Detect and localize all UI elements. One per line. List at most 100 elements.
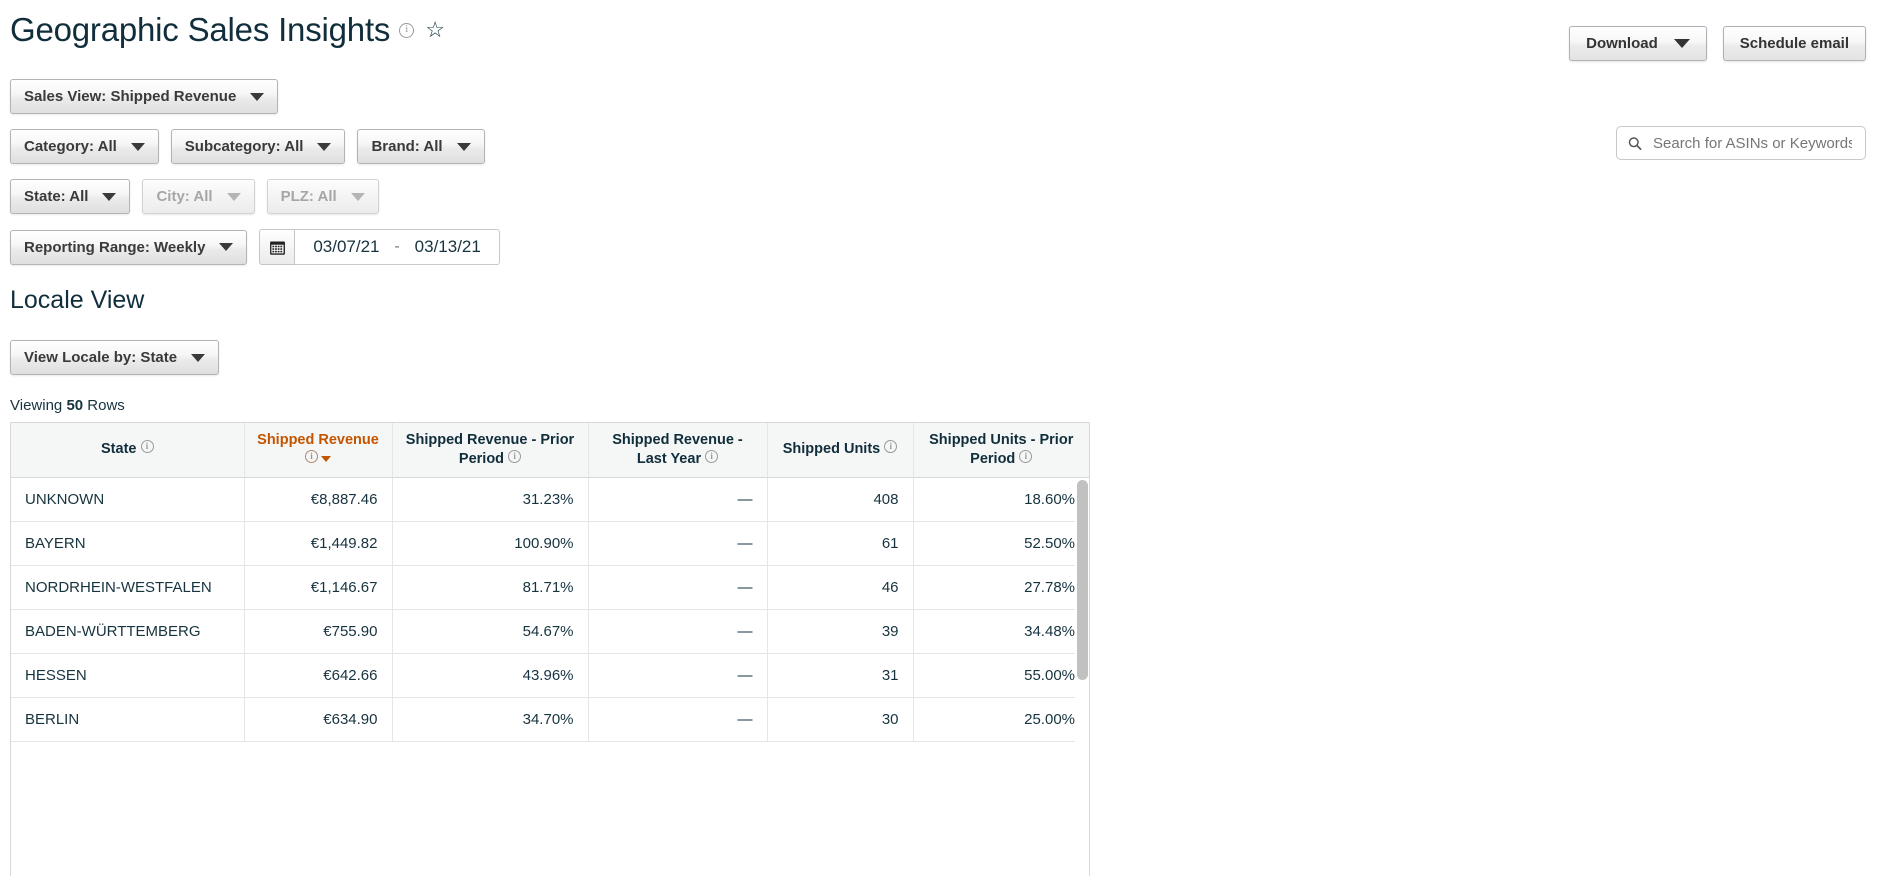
info-circle-icon[interactable] — [884, 440, 897, 453]
info-circle-icon[interactable] — [705, 450, 718, 463]
page-root: Geographic Sales Insights ☆ Download Sch… — [0, 0, 1880, 876]
download-button[interactable]: Download — [1569, 26, 1707, 61]
date-start-input[interactable] — [304, 237, 388, 257]
cell-rev-prior: 100.90% — [392, 521, 588, 565]
search-icon — [1628, 136, 1642, 151]
column-header-shipped-units-prior-period[interactable]: Shipped Units - Prior Period — [913, 423, 1089, 477]
column-header-label: Shipped Revenue — [257, 432, 379, 448]
table-row[interactable]: HESSEN€642.6643.96%—3155.00% — [11, 653, 1089, 697]
table-row[interactable]: BERLIN€634.9034.70%—3025.00% — [11, 697, 1089, 741]
filter-state[interactable]: State: All — [10, 179, 130, 214]
info-circle-icon[interactable] — [141, 440, 154, 453]
schedule-email-button[interactable]: Schedule email — [1723, 26, 1866, 61]
column-header-label: Shipped Revenue - Last Year — [612, 432, 743, 467]
cell-rev-prior: 43.96% — [392, 653, 588, 697]
filter-state-label: State: All — [24, 188, 88, 205]
table-row[interactable]: BADEN-WÜRTTEMBERG€755.9054.67%—3934.48% — [11, 609, 1089, 653]
column-header-label: Shipped Units - Prior Period — [929, 432, 1073, 467]
filter-panel: Sales View: Shipped Revenue Category: Al… — [10, 79, 500, 280]
table-header: State Shipped Revenue Shipped Revenue - … — [11, 423, 1089, 477]
title-bar: Geographic Sales Insights ☆ — [10, 10, 445, 50]
column-header-shipped-units[interactable]: Shipped Units — [767, 423, 913, 477]
cell-units-prior: 55.00% — [913, 653, 1089, 697]
locale-table-container: State Shipped Revenue Shipped Revenue - … — [10, 422, 1090, 876]
title-info-icon[interactable] — [399, 23, 414, 38]
cell-units-prior: 27.78% — [913, 565, 1089, 609]
column-header-label: State — [101, 441, 141, 457]
info-circle-icon[interactable] — [508, 450, 521, 463]
cell-revenue: €1,449.82 — [244, 521, 392, 565]
cell-state: BERLIN — [11, 697, 244, 741]
chevron-down-icon — [102, 193, 116, 201]
chevron-down-icon — [131, 143, 145, 151]
table-scrollbar-thumb[interactable] — [1077, 480, 1088, 680]
chevron-down-icon — [250, 93, 264, 101]
filter-row-date: Reporting Range: Weekly — [10, 229, 500, 265]
download-button-label: Download — [1586, 35, 1658, 52]
filter-city-label: City: All — [156, 188, 212, 205]
cell-units: 39 — [767, 609, 913, 653]
sort-descending-icon[interactable] — [321, 456, 331, 462]
cell-revenue: €8,887.46 — [244, 477, 392, 521]
cell-units-prior: 18.60% — [913, 477, 1089, 521]
filter-category[interactable]: Category: All — [10, 129, 159, 164]
viewing-prefix: Viewing — [10, 397, 62, 414]
locale-table: State Shipped Revenue Shipped Revenue - … — [11, 423, 1089, 742]
table-body: UNKNOWN€8,887.4631.23%—40818.60%BAYERN€1… — [11, 477, 1089, 741]
chevron-down-icon — [351, 193, 365, 201]
search-box[interactable] — [1616, 126, 1866, 160]
cell-state: BAYERN — [11, 521, 244, 565]
cell-units: 30 — [767, 697, 913, 741]
column-header-label: Shipped Revenue - Prior Period — [406, 432, 574, 467]
search-input[interactable] — [1651, 134, 1854, 153]
favorite-star-icon[interactable]: ☆ — [425, 19, 445, 41]
column-header-state[interactable]: State — [11, 423, 244, 477]
date-range-separator: - — [394, 238, 399, 256]
cell-units: 31 — [767, 653, 913, 697]
cell-rev-last-year: — — [588, 477, 767, 521]
calendar-icon — [269, 239, 286, 256]
column-header-shipped-revenue-last-year[interactable]: Shipped Revenue - Last Year — [588, 423, 767, 477]
cell-rev-prior: 34.70% — [392, 697, 588, 741]
date-end-input[interactable] — [406, 237, 490, 257]
chevron-down-icon — [1674, 39, 1690, 48]
filter-sales-view[interactable]: Sales View: Shipped Revenue — [10, 79, 278, 114]
cell-units: 46 — [767, 565, 913, 609]
cell-units: 408 — [767, 477, 913, 521]
top-actions: Download Schedule email — [1569, 26, 1866, 61]
filter-sales-view-label: Sales View: Shipped Revenue — [24, 88, 236, 105]
view-locale-by-label: View Locale by: State — [24, 349, 177, 366]
calendar-button[interactable] — [259, 229, 295, 265]
chevron-down-icon — [227, 193, 241, 201]
date-range-picker: - — [259, 229, 499, 265]
info-circle-icon[interactable] — [305, 450, 318, 463]
cell-rev-prior: 81.71% — [392, 565, 588, 609]
view-locale-by-wrap: View Locale by: State — [10, 340, 219, 375]
filter-subcategory-label: Subcategory: All — [185, 138, 304, 155]
viewing-count: 50 — [66, 397, 83, 414]
table-row[interactable]: BAYERN€1,449.82100.90%—6152.50% — [11, 521, 1089, 565]
chevron-down-icon — [457, 143, 471, 151]
cell-rev-prior: 54.67% — [392, 609, 588, 653]
info-circle-icon[interactable] — [1019, 450, 1032, 463]
table-row[interactable]: NORDRHEIN-WESTFALEN€1,146.6781.71%—4627.… — [11, 565, 1089, 609]
row-count-status: Viewing 50 Rows — [10, 397, 125, 414]
column-header-shipped-revenue[interactable]: Shipped Revenue — [244, 423, 392, 477]
filter-reporting-range-label: Reporting Range: Weekly — [24, 239, 205, 256]
cell-rev-last-year: — — [588, 653, 767, 697]
chevron-down-icon — [317, 143, 331, 151]
view-locale-by-button[interactable]: View Locale by: State — [10, 340, 219, 375]
cell-state: NORDRHEIN-WESTFALEN — [11, 565, 244, 609]
cell-units-prior: 52.50% — [913, 521, 1089, 565]
filter-subcategory[interactable]: Subcategory: All — [171, 129, 346, 164]
date-fields: - — [295, 229, 499, 265]
filter-plz: PLZ: All — [267, 179, 379, 214]
table-row[interactable]: UNKNOWN€8,887.4631.23%—40818.60% — [11, 477, 1089, 521]
locale-view-heading: Locale View — [10, 286, 144, 315]
filter-reporting-range[interactable]: Reporting Range: Weekly — [10, 230, 247, 265]
filter-brand-label: Brand: All — [371, 138, 442, 155]
column-header-shipped-revenue-prior-period[interactable]: Shipped Revenue - Prior Period — [392, 423, 588, 477]
filter-brand[interactable]: Brand: All — [357, 129, 484, 164]
chevron-down-icon — [219, 243, 233, 251]
filter-row-product: Category: All Subcategory: All Brand: Al… — [10, 129, 500, 164]
